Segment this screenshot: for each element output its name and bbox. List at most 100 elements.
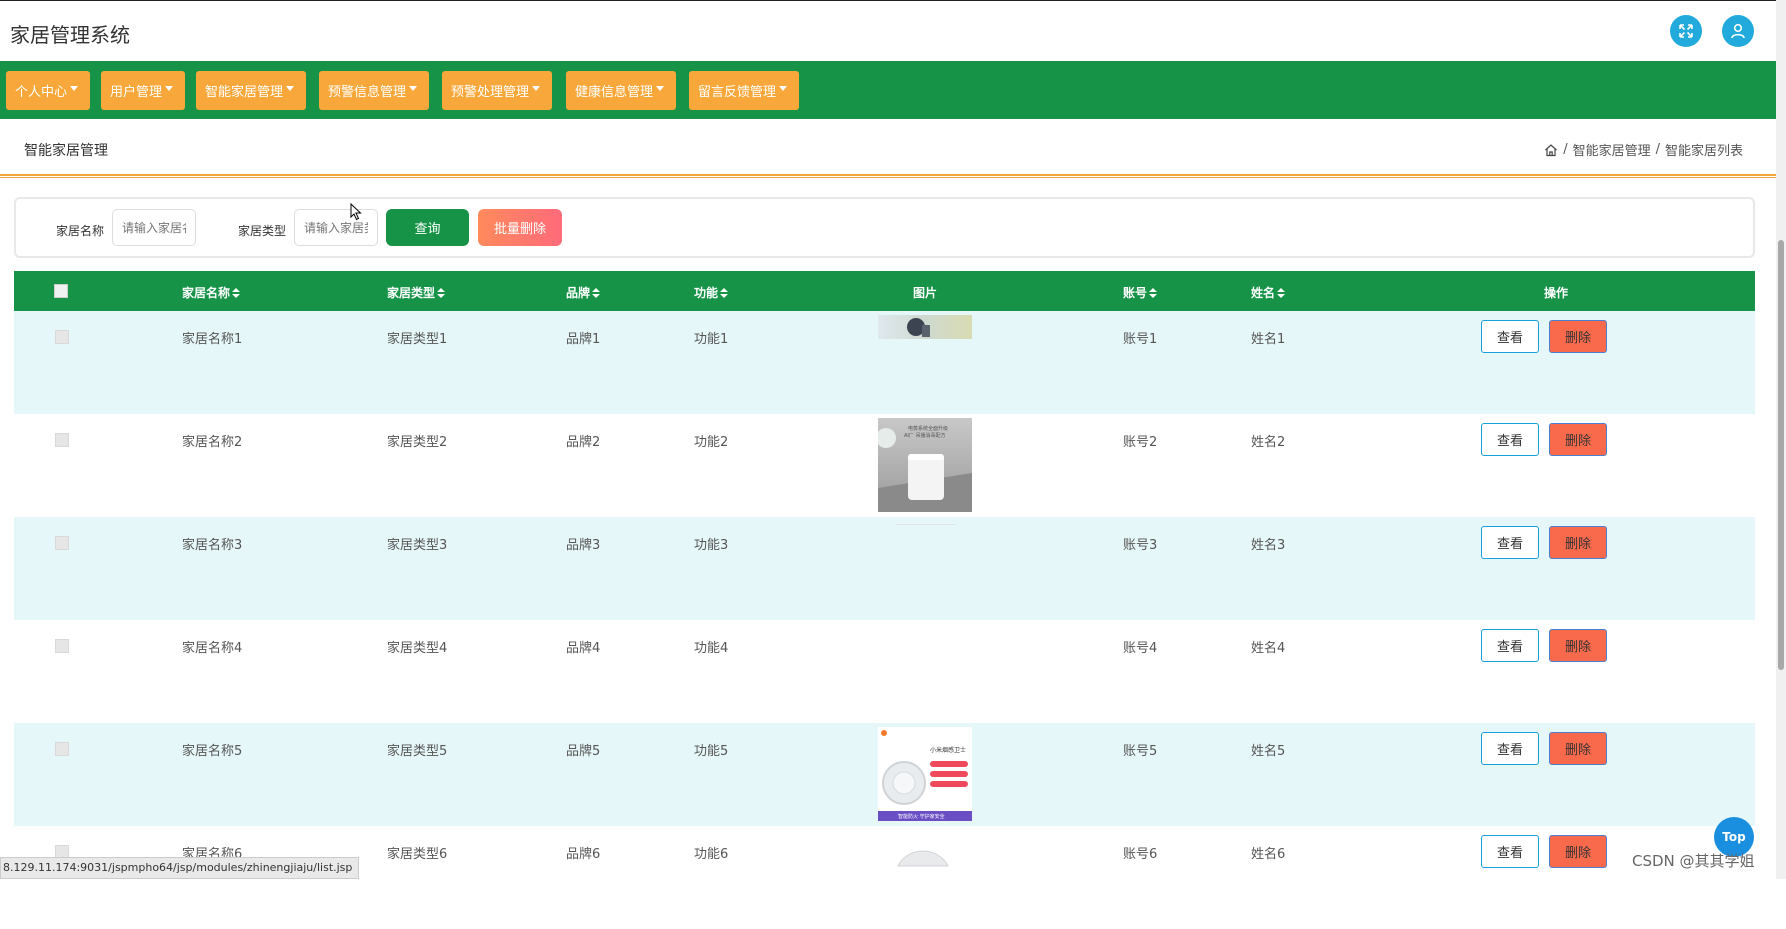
caret-down-icon bbox=[656, 86, 665, 91]
cell-name: 家居名称1 bbox=[182, 332, 243, 347]
column-header-type[interactable]: 家居类型 bbox=[387, 284, 446, 301]
name-search-label: 家居名称 bbox=[56, 224, 105, 238]
image-caption: 小米烟感卫士 bbox=[930, 746, 966, 754]
table-row: 家居名称2 家居类型2 品牌2 功能2 电蒸系统全面升级 AI厂 吊播消毒配方 … bbox=[14, 414, 1755, 517]
nav-label: 健康信息管理 bbox=[575, 85, 654, 100]
delete-button[interactable]: 删除 bbox=[1549, 835, 1607, 868]
nav-item-user-management[interactable]: 用户管理 bbox=[101, 71, 186, 110]
fullscreen-icon bbox=[1679, 24, 1693, 38]
cell-brand: 品牌5 bbox=[566, 744, 601, 759]
column-header-label: 家居名称 bbox=[182, 286, 231, 300]
search-form: 家居名称 家居类型 查询 批量删除 bbox=[14, 197, 1755, 258]
row-checkbox[interactable] bbox=[55, 330, 69, 344]
delete-button[interactable]: 删除 bbox=[1549, 732, 1607, 765]
column-header-person-name[interactable]: 姓名 bbox=[1251, 284, 1286, 301]
nav-item-alert-handling-management[interactable]: 预警处理管理 bbox=[442, 71, 553, 110]
table-row: 家居名称4 家居类型4 品牌4 功能4 账号4 姓名4 查看 删除 bbox=[14, 620, 1755, 723]
nav-item-smart-home-management[interactable]: 智能家居管理 bbox=[196, 71, 307, 110]
nav-label: 预警信息管理 bbox=[328, 85, 407, 100]
sort-icon bbox=[720, 287, 729, 298]
cell-type: 家居类型1 bbox=[387, 332, 448, 347]
column-header-account[interactable]: 账号 bbox=[1123, 284, 1158, 301]
cell-function: 功能3 bbox=[694, 538, 729, 553]
cell-type: 家居类型4 bbox=[387, 641, 448, 656]
type-search-input[interactable] bbox=[294, 209, 378, 246]
image-caption: 电蒸系统全面升级 bbox=[908, 425, 948, 432]
cell-function: 功能1 bbox=[694, 332, 729, 347]
delete-button[interactable]: 删除 bbox=[1549, 320, 1607, 353]
select-all-checkbox[interactable] bbox=[54, 284, 68, 298]
cell-name: 家居名称4 bbox=[182, 641, 243, 656]
nav-item-health-info-management[interactable]: 健康信息管理 bbox=[566, 71, 677, 110]
view-button[interactable]: 查看 bbox=[1481, 835, 1539, 868]
query-button[interactable]: 查询 bbox=[386, 209, 469, 246]
row-checkbox[interactable] bbox=[55, 433, 69, 447]
table-row: 家居名称1 家居类型1 品牌1 功能1 账号1 姓名1 查看 删除 bbox=[14, 311, 1755, 414]
home-icon[interactable] bbox=[1544, 143, 1558, 157]
row-checkbox[interactable] bbox=[55, 639, 69, 653]
cell-person-name: 姓名5 bbox=[1251, 744, 1286, 759]
header-divider bbox=[0, 174, 1776, 178]
view-button[interactable]: 查看 bbox=[1481, 732, 1539, 765]
cell-brand: 品牌3 bbox=[566, 538, 601, 553]
column-header-image: 图片 bbox=[913, 284, 937, 301]
cell-brand: 品牌4 bbox=[566, 641, 601, 656]
row-checkbox[interactable] bbox=[55, 742, 69, 756]
column-header-label: 姓名 bbox=[1251, 286, 1276, 300]
column-header-name[interactable]: 家居名称 bbox=[182, 284, 241, 301]
column-header-brand[interactable]: 品牌 bbox=[566, 284, 601, 301]
view-button[interactable]: 查看 bbox=[1481, 320, 1539, 353]
product-image[interactable]: 电蒸系统全面升级 AI厂 吊播消毒配方 bbox=[878, 418, 972, 512]
nav-item-alert-info-management[interactable]: 预警信息管理 bbox=[319, 71, 430, 110]
column-header-label: 账号 bbox=[1123, 286, 1148, 300]
cell-person-name: 姓名3 bbox=[1251, 538, 1286, 553]
caret-down-icon bbox=[286, 86, 295, 91]
delete-button[interactable]: 删除 bbox=[1549, 526, 1607, 559]
top-bar: 家居管理系统 bbox=[0, 0, 1776, 61]
main-nav: 个人中心 用户管理 智能家居管理 预警信息管理 预警处理管理 健康信息管理 留言… bbox=[0, 61, 1776, 119]
smart-home-table: 家居名称 家居类型 品牌 功能 图片 账号 姓名 操作 家居名称1 家居类型1 … bbox=[14, 271, 1755, 929]
product-image[interactable] bbox=[878, 519, 972, 525]
row-checkbox[interactable] bbox=[55, 536, 69, 550]
breadcrumb-level1[interactable]: 智能家居管理 bbox=[1573, 140, 1651, 159]
cell-function: 功能5 bbox=[694, 744, 729, 759]
sort-icon bbox=[232, 287, 241, 298]
product-image[interactable] bbox=[878, 315, 972, 339]
watermark: CSDN @其其学姐 bbox=[1632, 852, 1755, 870]
product-image[interactable] bbox=[878, 846, 972, 886]
delete-button[interactable]: 删除 bbox=[1549, 423, 1607, 456]
product-image[interactable]: 小米烟感卫士 智能防火 守护家安全 bbox=[878, 727, 972, 821]
column-header-label: 操作 bbox=[1544, 286, 1569, 300]
view-button[interactable]: 查看 bbox=[1481, 423, 1539, 456]
delete-button[interactable]: 删除 bbox=[1549, 629, 1607, 662]
sort-icon bbox=[437, 287, 446, 298]
cell-name: 家居名称5 bbox=[182, 744, 243, 759]
batch-delete-button[interactable]: 批量删除 bbox=[478, 209, 562, 246]
cell-name: 家居名称2 bbox=[182, 435, 243, 450]
fullscreen-button[interactable] bbox=[1670, 15, 1702, 47]
nav-item-feedback-management[interactable]: 留言反馈管理 bbox=[689, 71, 800, 110]
view-button[interactable]: 查看 bbox=[1481, 629, 1539, 662]
column-header-label: 品牌 bbox=[566, 286, 591, 300]
cell-type: 家居类型5 bbox=[387, 744, 448, 759]
cell-function: 功能6 bbox=[694, 847, 729, 862]
cell-brand: 品牌2 bbox=[566, 435, 601, 450]
nav-label: 个人中心 bbox=[15, 85, 68, 100]
nav-item-personal-center[interactable]: 个人中心 bbox=[6, 71, 91, 110]
name-search-input[interactable] bbox=[112, 209, 196, 246]
cell-type: 家居类型3 bbox=[387, 538, 448, 553]
table-row: 家居名称5 家居类型5 品牌5 功能5 小米烟感卫士 智能防火 守护家安全 账号… bbox=[14, 723, 1755, 826]
cell-brand: 品牌1 bbox=[566, 332, 601, 347]
cell-name: 家居名称3 bbox=[182, 538, 243, 553]
user-button[interactable] bbox=[1722, 15, 1754, 47]
column-header-label: 家居类型 bbox=[387, 286, 436, 300]
cell-type: 家居类型6 bbox=[387, 847, 448, 862]
sort-icon bbox=[592, 287, 601, 298]
cell-account: 账号4 bbox=[1123, 641, 1158, 656]
scrollbar-thumb[interactable] bbox=[1778, 240, 1784, 670]
column-header-label: 图片 bbox=[913, 286, 938, 300]
view-button[interactable]: 查看 bbox=[1481, 526, 1539, 559]
column-header-function[interactable]: 功能 bbox=[694, 284, 729, 301]
column-header-label: 功能 bbox=[694, 286, 719, 300]
cell-account: 账号2 bbox=[1123, 435, 1158, 450]
